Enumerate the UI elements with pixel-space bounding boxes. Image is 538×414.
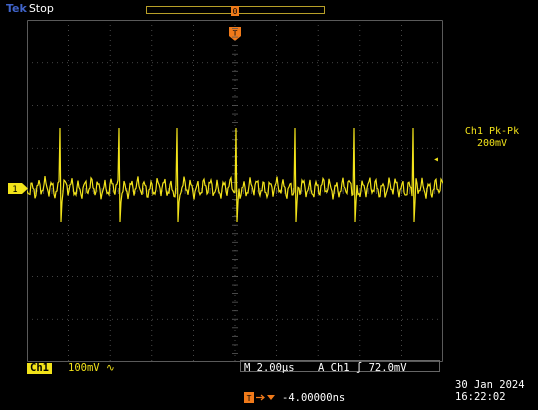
svg-text:0: 0 <box>233 7 238 16</box>
measurement-label: Ch1 Pk-Pk <box>464 126 520 137</box>
ch1-badge[interactable]: Ch1 <box>27 363 52 374</box>
trigger-source: Ch1 <box>330 362 350 374</box>
corner-mark <box>0 405 4 409</box>
measurement-readout: Ch1 Pk-Pk 200mV <box>446 126 538 150</box>
ch1-vertical-scale: 100mV ∿ <box>68 362 115 375</box>
oscilloscope-screen: Tek Stop 0 T Ch1 Pk-Pk 200mV ◂ 1 Ch1 100m… <box>0 0 538 410</box>
acquisition-state: Stop <box>28 2 54 15</box>
svg-text:T: T <box>247 394 252 403</box>
measurement-value: 200mV <box>476 138 508 149</box>
trigger-readout: A Ch1 ∫ 72.0mV <box>318 362 407 375</box>
trigger-position-icon: 0 <box>231 6 239 16</box>
ch1-coupling-icon: ∿ <box>105 362 115 374</box>
trigger-level-arrow-icon: ◂ <box>433 154 440 165</box>
svg-text:1: 1 <box>12 185 17 194</box>
status-header: Tek Stop <box>6 2 54 16</box>
horizontal-position-icon: T <box>244 392 275 403</box>
waveform-graticule <box>27 20 443 362</box>
ch1-ground-marker-icon[interactable]: 1 <box>8 183 30 194</box>
trigger-level: 72.0mV <box>368 362 407 374</box>
horizontal-offset: -4.00000ns <box>282 392 346 404</box>
trigger-slope-icon: ∫ <box>355 362 363 374</box>
capture-time: 16:22:02 <box>455 391 506 403</box>
ch1-scale-value: 100mV <box>68 362 100 374</box>
timebase-readout: M 2.00µs <box>244 362 295 374</box>
brand-logo: Tek <box>6 2 27 15</box>
capture-date: 30 Jan 2024 <box>455 379 525 391</box>
trigger-label: A <box>318 362 325 374</box>
